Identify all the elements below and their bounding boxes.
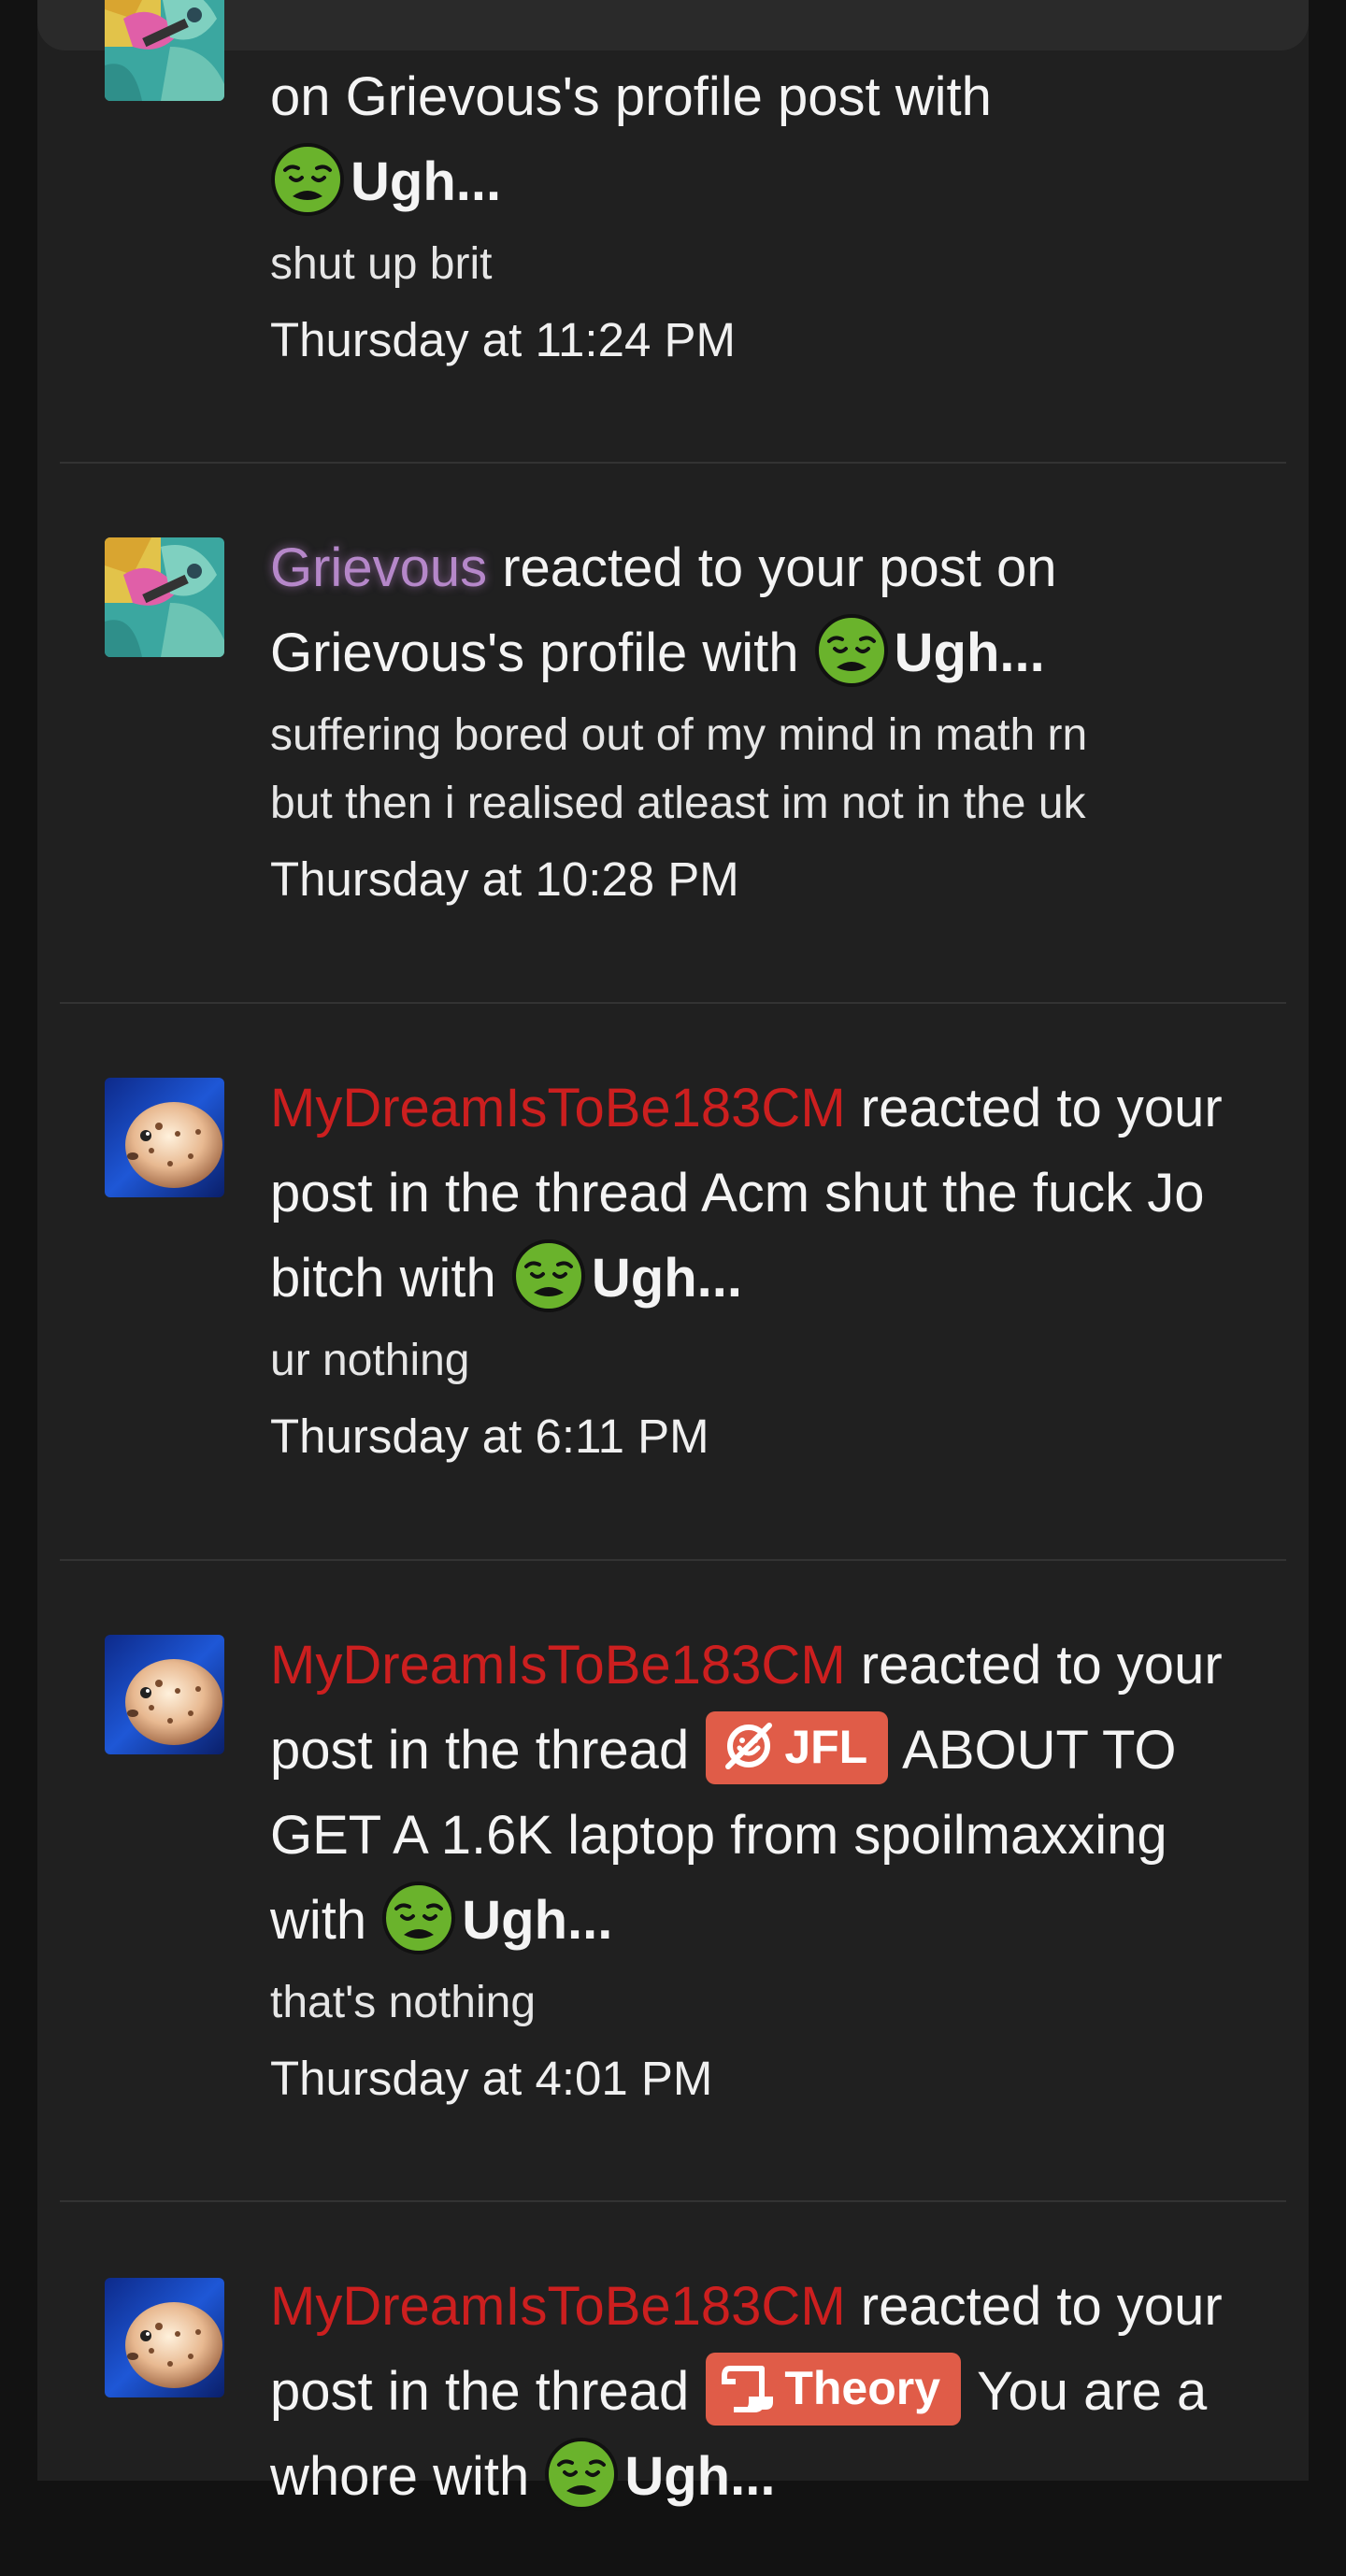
notification-action-text: on Grievous's profile post with: [270, 66, 992, 127]
notification-item[interactable]: MyDreamIsToBe183CM reacted to your post …: [60, 1561, 1286, 2202]
ugh-reaction-icon: [271, 143, 344, 216]
notification-item[interactable]: MyDreamIsToBe183CM reacted to your post …: [60, 2202, 1286, 2576]
notification-text: on Grievous's profile post with Ugh...: [270, 54, 1249, 224]
avatar[interactable]: [105, 537, 224, 657]
post-snippet: shut up brit: [270, 239, 493, 289]
ugh-reaction-icon: [545, 2438, 619, 2511]
timestamp[interactable]: Thursday at 10:28 PM: [270, 847, 1249, 912]
reaction-label: Ugh...: [351, 151, 502, 212]
thread-prefix-label: JFL: [784, 1721, 868, 1773]
notification-item[interactable]: on Grievous's profile post with Ugh... s…: [60, 0, 1286, 464]
avatar[interactable]: [105, 2278, 224, 2397]
post-snippet: suffering bored out of my mind in math r…: [270, 701, 1249, 837]
ugh-reaction-icon: [814, 614, 888, 687]
username-link[interactable]: MyDreamIsToBe183CM: [270, 1078, 846, 1138]
notification-text: MyDreamIsToBe183CM reacted to your post …: [270, 1623, 1249, 1963]
username-link[interactable]: MyDreamIsToBe183CM: [270, 2276, 846, 2337]
username-link[interactable]: MyDreamIsToBe183CM: [270, 1635, 846, 1696]
timestamp[interactable]: Thursday at 11:24 PM: [270, 308, 1249, 373]
avatar[interactable]: [105, 0, 224, 101]
scroll-icon: [722, 2366, 774, 2412]
reaction-label: Ugh...: [624, 2446, 776, 2507]
reaction-label: Ugh...: [462, 1890, 613, 1951]
reaction-label: Ugh...: [894, 623, 1045, 683]
thread-prefix-badge[interactable]: Theory: [706, 2353, 962, 2426]
post-snippet-line: suffering bored out of my mind in math r…: [270, 710, 1088, 760]
ugh-reaction-icon: [382, 1882, 456, 1954]
thread-prefix-badge[interactable]: JFL: [706, 1711, 889, 1784]
post-snippet-line: but then i realised atleast im not in th…: [270, 779, 1086, 828]
thread-prefix-label: Theory: [784, 2362, 941, 2414]
ugh-reaction-icon: [511, 1239, 585, 1312]
laugh-icon: [725, 1723, 773, 1769]
avatar[interactable]: [105, 1078, 224, 1197]
notification-item[interactable]: MyDreamIsToBe183CM reacted to your post …: [60, 1004, 1286, 1561]
notification-text: MyDreamIsToBe183CM reacted to your post …: [270, 2264, 1249, 2519]
post-snippet: that's nothing: [270, 1978, 537, 2027]
notification-item[interactable]: Grievous reacted to your post on Grievou…: [60, 464, 1286, 1004]
notification-list: on Grievous's profile post with Ugh... s…: [60, 0, 1286, 2576]
post-snippet: ur nothing: [270, 1336, 470, 1385]
notification-text: Grievous reacted to your post on Grievou…: [270, 525, 1249, 695]
avatar[interactable]: [105, 1635, 224, 1754]
notification-text: MyDreamIsToBe183CM reacted to your post …: [270, 1066, 1249, 1321]
username-link[interactable]: Grievous: [270, 537, 487, 598]
timestamp[interactable]: Thursday at 6:11 PM: [270, 1404, 1249, 1469]
reaction-label: Ugh...: [591, 1248, 742, 1309]
timestamp[interactable]: Thursday at 4:01 PM: [270, 2046, 1249, 2111]
